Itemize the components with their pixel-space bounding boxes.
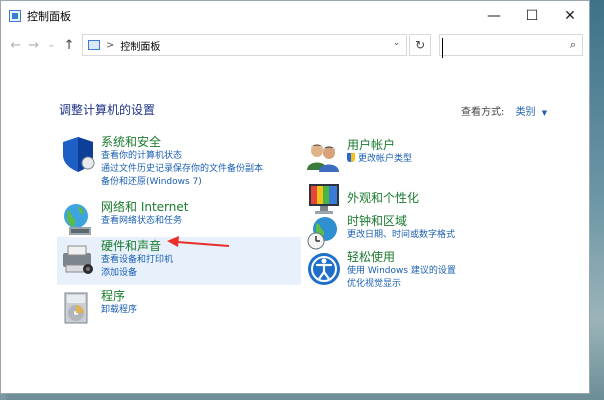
search-box: ⌕ xyxy=(439,34,584,58)
window-title: 控制面板 xyxy=(27,10,71,23)
forward-arrow-icon[interactable]: → xyxy=(25,35,43,55)
control-panel-window: 控制面板 — ☐ ✕ ← → ⌄ ↑ > 控制面板 ⌄ ↻ ⌕ 调整计算机的设置… xyxy=(0,0,590,394)
maximize-button[interactable]: ☐ xyxy=(513,1,551,31)
control-panel-small-icon xyxy=(88,40,100,50)
address-dropdown-chevron-icon[interactable]: ⌄ xyxy=(393,38,401,48)
back-arrow-icon[interactable]: ← xyxy=(7,35,25,55)
desktop-wallpaper-right xyxy=(590,0,604,400)
minimize-button[interactable]: — xyxy=(475,1,513,31)
close-button[interactable]: ✕ xyxy=(551,1,589,31)
window-controls: — ☐ ✕ xyxy=(475,1,589,31)
annotation-arrow xyxy=(167,236,230,247)
main-content: 调整计算机的设置 查看方式: 类别 ▼ 系统和安全 查看你的计算机状态 通过文件… xyxy=(1,59,589,395)
recent-locations-chevron-icon[interactable]: ⌄ xyxy=(43,35,61,55)
search-input[interactable] xyxy=(442,37,563,58)
control-panel-icon xyxy=(9,10,21,22)
address-bar[interactable]: > 控制面板 ⌄ xyxy=(82,34,408,56)
up-arrow-icon[interactable]: ↑ xyxy=(60,35,78,55)
title-bar[interactable]: 控制面板 — ☐ ✕ xyxy=(1,1,589,31)
breadcrumb-separator: > xyxy=(106,39,115,51)
navigation-bar: ← → ⌄ ↑ > 控制面板 ⌄ ↻ ⌕ xyxy=(1,31,589,59)
breadcrumb-control-panel[interactable]: 控制面板 xyxy=(120,38,160,53)
search-icon[interactable]: ⌕ xyxy=(570,38,576,52)
refresh-button[interactable]: ↻ xyxy=(409,34,432,56)
